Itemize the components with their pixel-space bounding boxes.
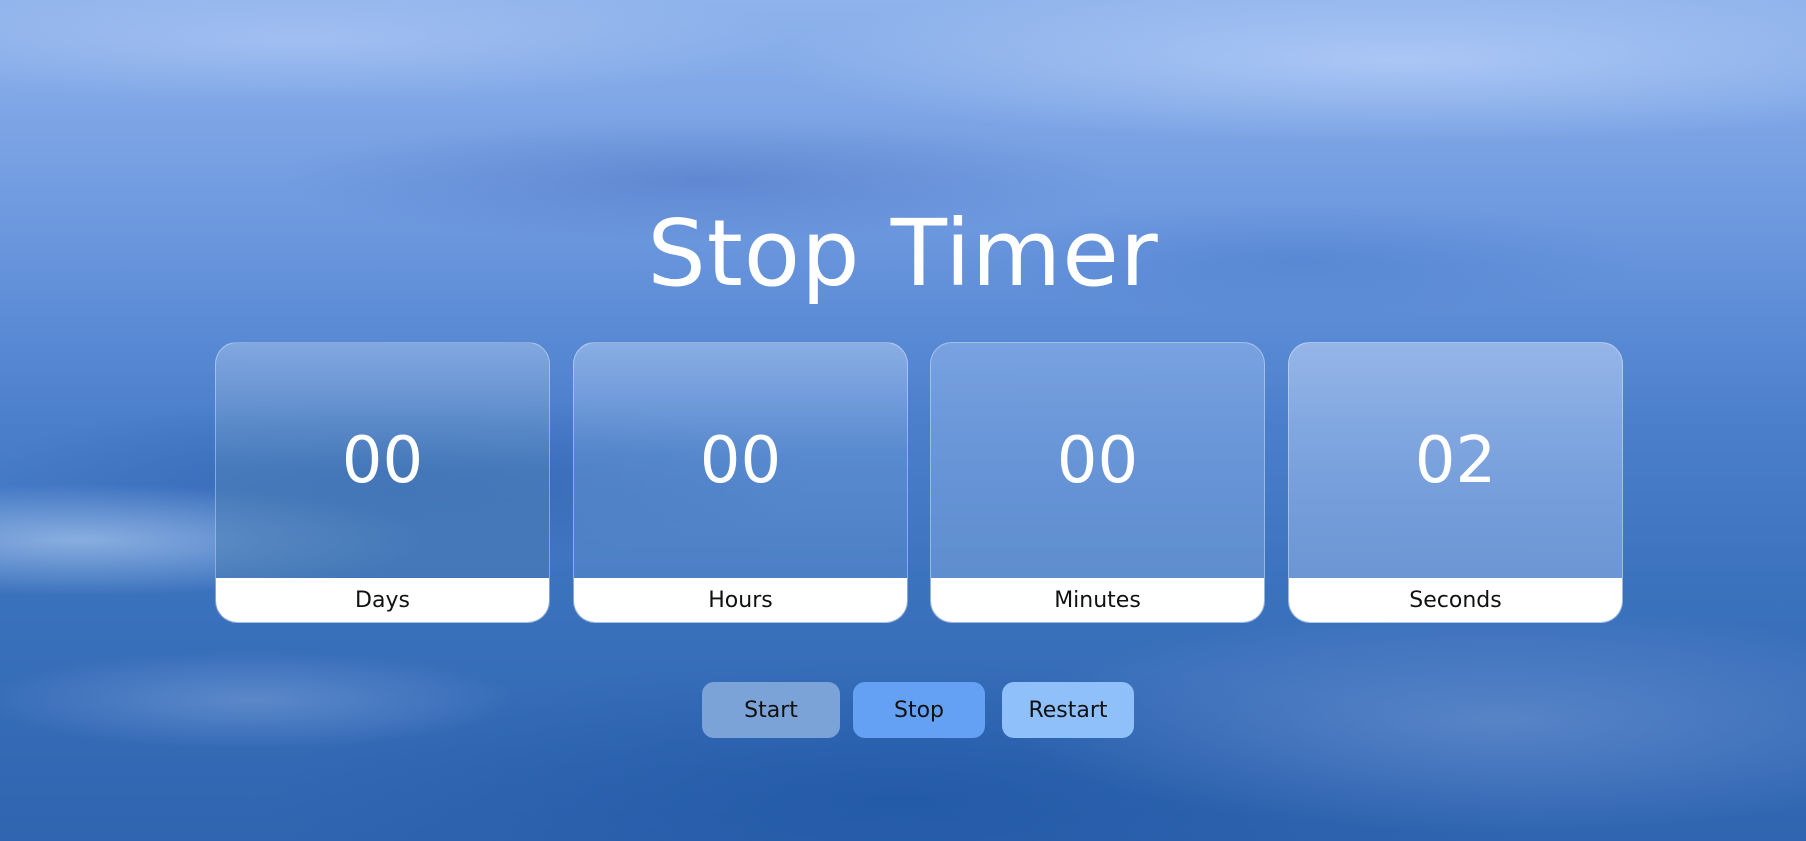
stop-button[interactable]: Stop: [853, 682, 985, 738]
hours-value: 00: [699, 424, 782, 498]
days-card: 00 Days: [215, 342, 550, 623]
page-title: Stop Timer: [647, 200, 1159, 307]
days-value: 00: [341, 424, 424, 498]
countdown-cards: 00 Days 00 Hours 00 Minutes 02 Seconds: [215, 342, 1623, 623]
days-label: Days: [216, 578, 549, 622]
minutes-label: Minutes: [931, 578, 1264, 622]
timer-controls: Start Stop Restart: [0, 682, 1806, 738]
hours-label: Hours: [574, 578, 907, 622]
hours-card: 00 Hours: [573, 342, 908, 623]
seconds-label: Seconds: [1289, 578, 1622, 622]
seconds-card: 02 Seconds: [1288, 342, 1623, 623]
restart-button[interactable]: Restart: [1002, 682, 1134, 738]
seconds-value: 02: [1414, 424, 1497, 498]
minutes-card: 00 Minutes: [930, 342, 1265, 623]
start-button[interactable]: Start: [702, 682, 840, 738]
minutes-value: 00: [1056, 424, 1139, 498]
